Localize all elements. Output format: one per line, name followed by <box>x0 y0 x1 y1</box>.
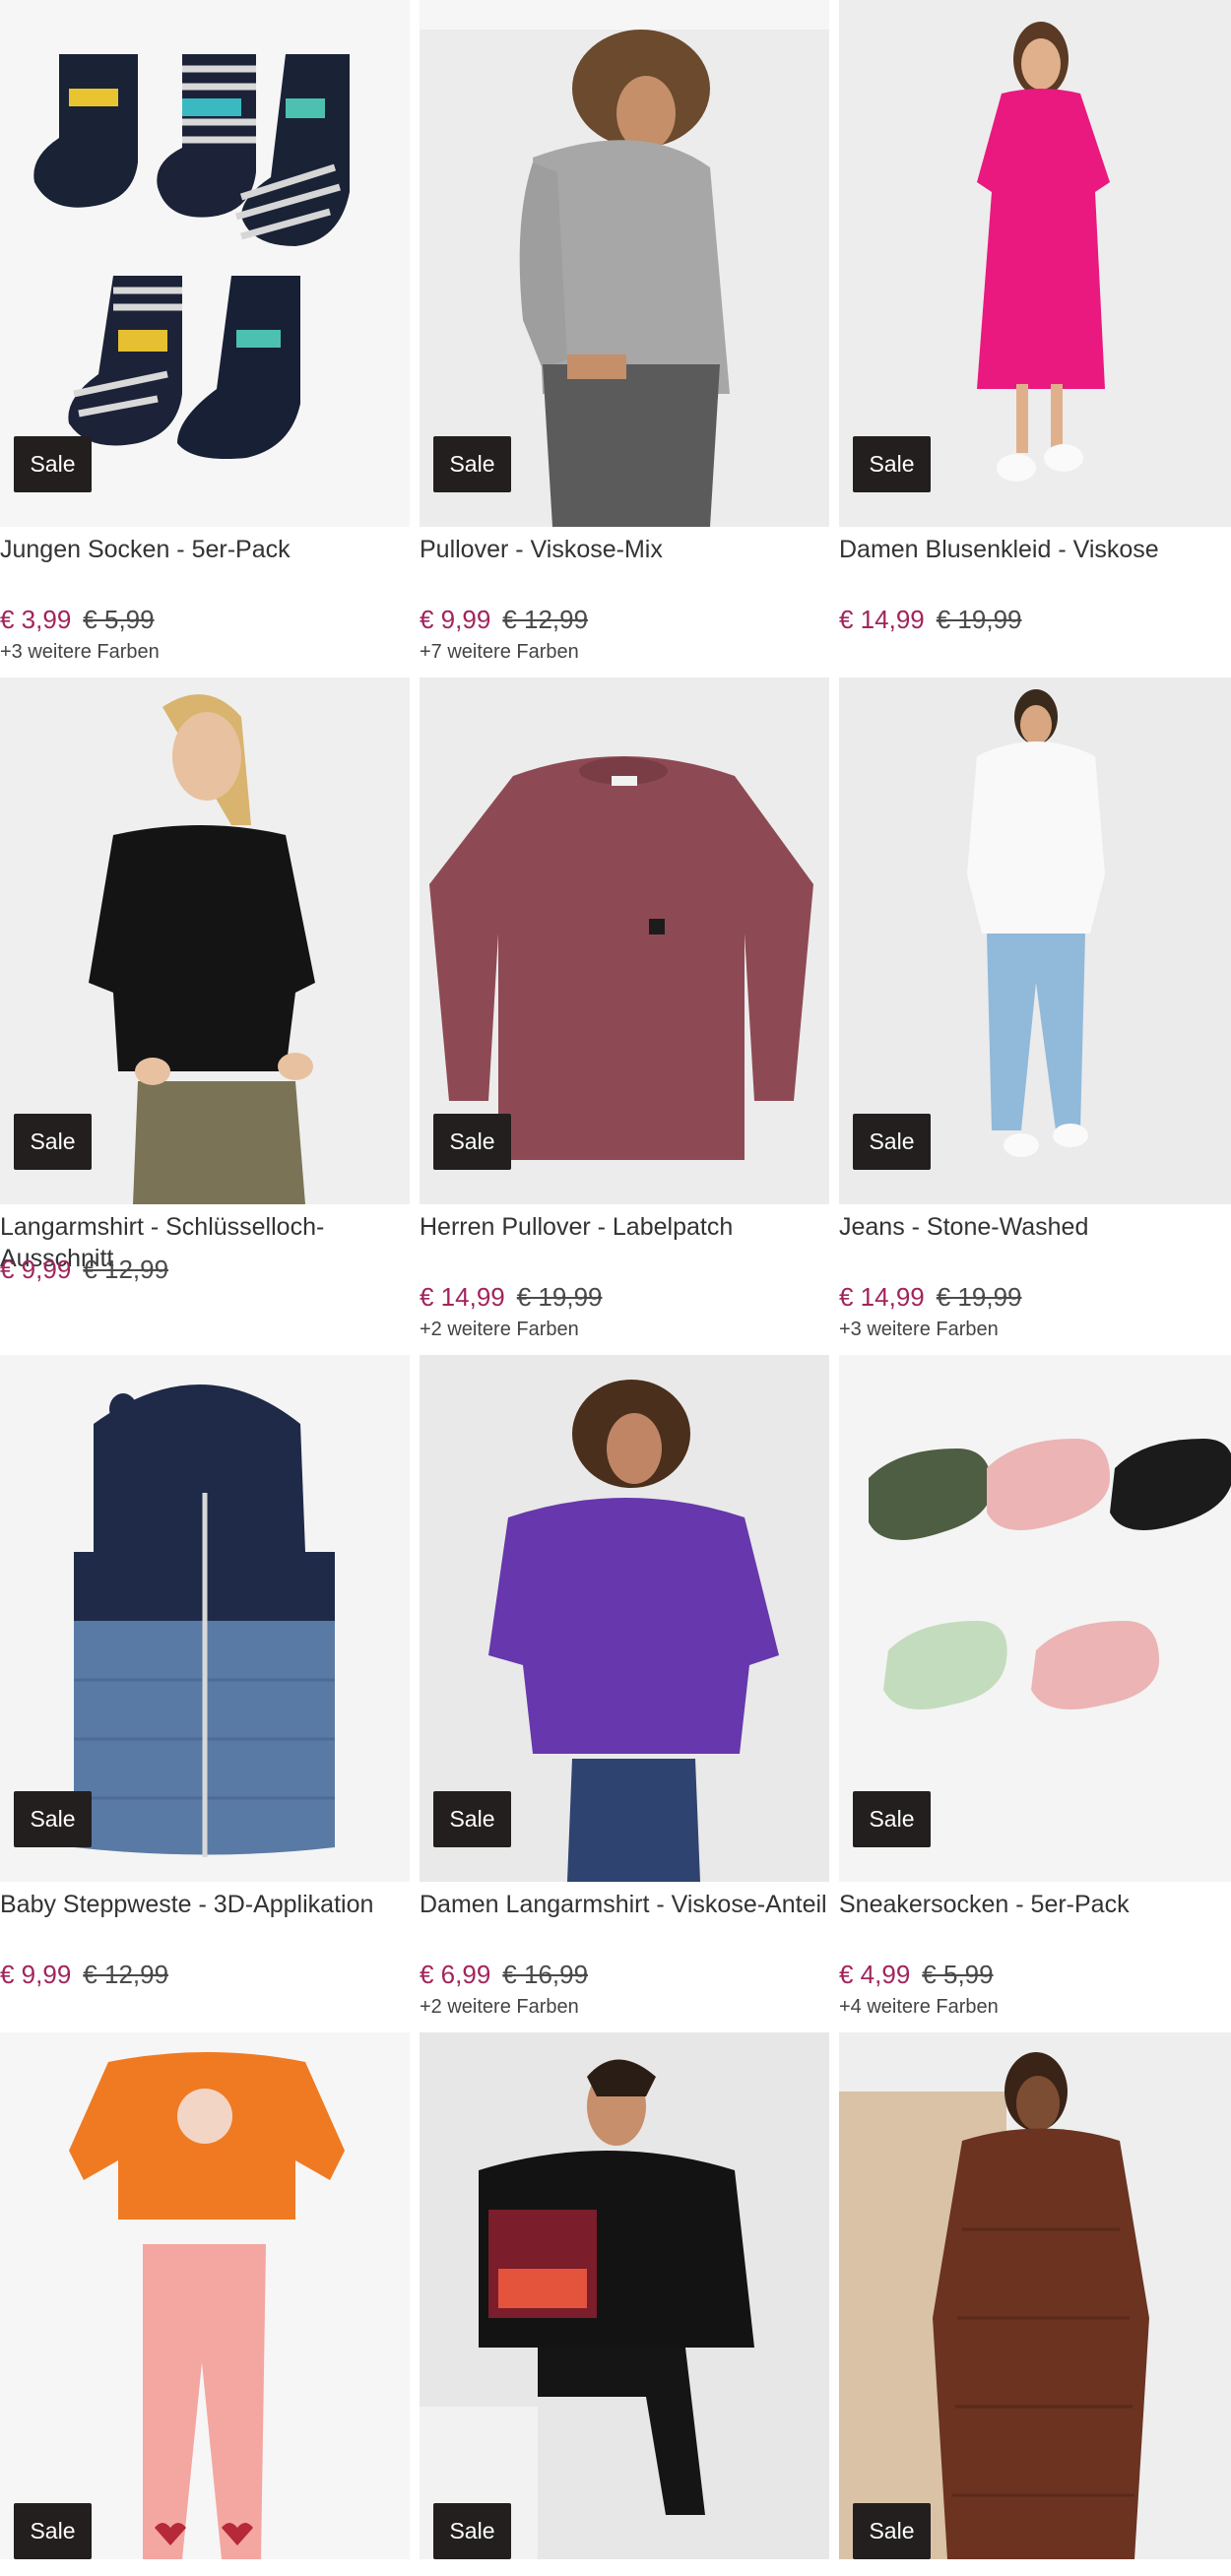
more-colors-link[interactable]: +4 weitere Farben <box>839 1994 1231 2020</box>
original-price: € 19,99 <box>936 605 1022 634</box>
product-title[interactable]: Damen Blusenkleid - Viskose <box>839 534 1231 597</box>
sale-badge: Sale <box>433 1791 511 1847</box>
sale-price: € 4,99 <box>839 1960 911 1989</box>
price-row: € 3,99 € 5,99 <box>0 604 410 637</box>
sale-price: € 14,99 <box>839 605 925 634</box>
sale-price: € 14,99 <box>420 1282 505 1312</box>
kids-set-image <box>0 2032 410 2559</box>
original-price: € 12,99 <box>83 1255 169 1284</box>
product-image[interactable]: Sale <box>420 677 829 1204</box>
original-price: € 12,99 <box>502 605 589 634</box>
price-row: € 9,99 € 12,99 <box>420 604 829 637</box>
product-card[interactable]: Sale Jungen Socken - 5er-Pack € 3,99 € 5,… <box>0 0 410 677</box>
product-image[interactable]: Sale <box>0 677 410 1204</box>
price-row: € 9,99 € 12,99 <box>0 1959 410 1992</box>
original-price: € 5,99 <box>922 1960 994 1989</box>
product-card[interactable]: Sale <box>839 2032 1231 2576</box>
price-row: € 14,99 € 19,99 <box>839 1281 1231 1315</box>
more-colors-link[interactable]: +2 weitere Farben <box>420 1994 829 2020</box>
sale-badge: Sale <box>14 1791 92 1847</box>
sale-badge: Sale <box>433 436 511 492</box>
more-colors-link[interactable]: +3 weitere Farben <box>839 1317 1231 1342</box>
product-title[interactable]: Baby Steppweste - 3D-Applikation <box>0 1889 410 1952</box>
product-title[interactable]: Damen Langarmshirt - Viskose-Anteil <box>420 1889 829 1952</box>
black-hoodie-image <box>420 2032 829 2559</box>
product-image[interactable]: Sale <box>839 0 1231 527</box>
product-title[interactable]: Jungen Socken - 5er-Pack <box>0 534 410 597</box>
sale-badge: Sale <box>433 2503 511 2559</box>
more-colors-link[interactable]: +2 weitere Farben <box>420 1317 829 1342</box>
price-row: € 14,99 € 19,99 <box>420 1281 829 1315</box>
brown-coat-image <box>839 2032 1231 2559</box>
product-image[interactable]: Sale <box>0 2032 410 2559</box>
product-image[interactable]: Sale <box>0 1355 410 1882</box>
product-card[interactable]: Sale <box>0 2032 410 2576</box>
product-title[interactable]: Pullover - Viskose-Mix <box>420 534 829 597</box>
product-card[interactable]: Sale Pullover - Viskose-Mix € 9,99 € 12,9… <box>420 0 829 677</box>
sale-price: € 9,99 <box>420 605 491 634</box>
product-image[interactable]: Sale <box>839 677 1231 1204</box>
original-price: € 16,99 <box>502 1960 589 1989</box>
sale-price: € 14,99 <box>839 1282 925 1312</box>
product-card[interactable]: Sale Jeans - Stone-Washed € 14,99 € 19,99… <box>839 677 1231 1355</box>
sale-badge: Sale <box>433 1114 511 1170</box>
sale-badge: Sale <box>853 436 931 492</box>
product-image[interactable]: Sale <box>420 1355 829 1882</box>
sale-price: € 6,99 <box>420 1960 491 1989</box>
product-image[interactable]: Sale <box>420 2032 829 2559</box>
product-card[interactable]: Sale <box>420 2032 829 2576</box>
sale-badge: Sale <box>853 1114 931 1170</box>
more-colors-link[interactable]: +7 weitere Farben <box>420 639 829 665</box>
sale-badge: Sale <box>14 1114 92 1170</box>
product-title[interactable]: Sneakersocken - 5er-Pack <box>839 1889 1231 1952</box>
product-card[interactable]: Sale Sneakersocken - 5er-Pack € 4,99 € 5,… <box>839 1355 1231 2032</box>
more-colors-link[interactable]: +3 weitere Farben <box>0 639 410 665</box>
product-card[interactable]: Sale Langarmshirt - Schlüsselloch-Aussch… <box>0 677 410 1355</box>
product-title[interactable]: Herren Pullover - Labelpatch <box>420 1211 829 1274</box>
original-price: € 19,99 <box>516 1282 603 1312</box>
original-price: € 12,99 <box>83 1960 169 1989</box>
product-grid: Sale Jungen Socken - 5er-Pack € 3,99 € 5,… <box>0 0 1231 2576</box>
sale-price: € 9,99 <box>0 1255 72 1284</box>
product-image[interactable]: Sale <box>839 1355 1231 1882</box>
product-card[interactable]: Sale Damen Langarmshirt - Viskose-Anteil… <box>420 1355 829 2032</box>
original-price: € 19,99 <box>936 1282 1022 1312</box>
sale-badge: Sale <box>14 2503 92 2559</box>
product-title[interactable]: Jeans - Stone-Washed <box>839 1211 1231 1274</box>
original-price: € 5,99 <box>83 605 155 634</box>
product-image[interactable]: Sale <box>0 0 410 527</box>
product-card[interactable]: Sale Baby Steppweste - 3D-Applikation € … <box>0 1355 410 2032</box>
sale-badge: Sale <box>14 436 92 492</box>
price-row: € 9,99 € 12,99 <box>0 1254 410 1287</box>
product-image[interactable]: Sale <box>420 0 829 527</box>
product-image[interactable]: Sale <box>839 2032 1231 2559</box>
product-card[interactable]: Sale Damen Blusenkleid - Viskose € 14,99… <box>839 0 1231 677</box>
sale-price: € 3,99 <box>0 605 72 634</box>
sale-price: € 9,99 <box>0 1960 72 1989</box>
sale-badge: Sale <box>853 2503 931 2559</box>
price-row: € 6,99 € 16,99 <box>420 1959 829 1992</box>
price-row: € 4,99 € 5,99 <box>839 1959 1231 1992</box>
sale-badge: Sale <box>853 1791 931 1847</box>
product-card[interactable]: Sale Herren Pullover - Labelpatch € 14,9… <box>420 677 829 1355</box>
price-row: € 14,99 € 19,99 <box>839 604 1231 637</box>
